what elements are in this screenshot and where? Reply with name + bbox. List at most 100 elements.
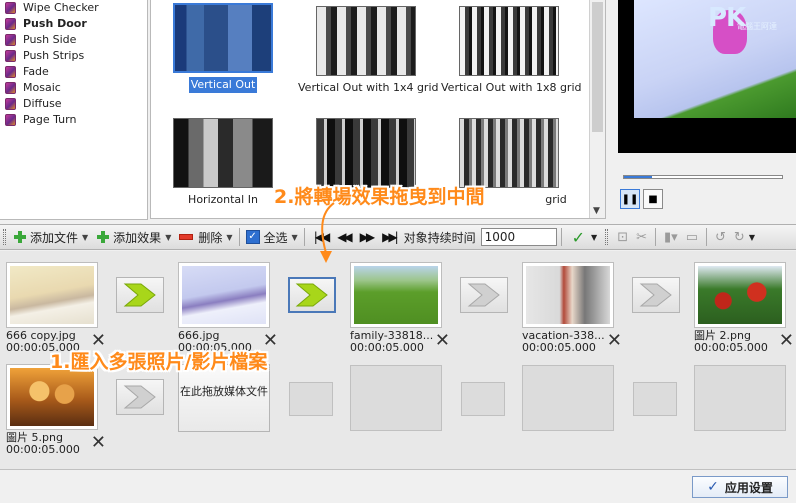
transition-item-push-side[interactable]: Push Side xyxy=(0,32,147,48)
toolbar-grip[interactable] xyxy=(3,229,6,245)
transition-preview-thumbnail xyxy=(459,6,559,76)
annotation-arrow-icon xyxy=(320,202,335,263)
add-effect-button[interactable]: 添加效果 ▼ xyxy=(94,227,173,247)
select-all-button[interactable]: ✓ 全选 ▼ xyxy=(244,227,300,247)
transition-slot-4[interactable] xyxy=(632,277,680,313)
toolbar-separator xyxy=(706,228,707,246)
media-thumbnail xyxy=(178,262,270,328)
gallery-scrollbar[interactable]: ▼ xyxy=(589,0,605,218)
chevron-down-icon[interactable]: ▼ xyxy=(165,233,171,242)
select-all-icon: ✓ xyxy=(245,230,260,244)
transition-preview-thumbnail xyxy=(459,118,559,188)
transition-arrow-icon xyxy=(639,283,672,307)
chevron-down-icon[interactable]: ▼ xyxy=(82,233,88,242)
transition-arrow-icon xyxy=(467,283,500,307)
gallery-item-label: Horizontal In xyxy=(188,193,258,206)
remove-icon[interactable]: ✕ xyxy=(435,332,450,350)
transition-item-diffuse[interactable]: Diffuse xyxy=(0,96,147,112)
scroll-down-icon[interactable]: ▼ xyxy=(593,206,600,216)
minus-icon xyxy=(179,234,194,240)
transition-item-push-door[interactable]: Push Door xyxy=(0,16,147,32)
crop-icon[interactable]: ⊡ xyxy=(617,230,628,245)
transition-slot-5[interactable] xyxy=(116,379,164,415)
skip-end-icon[interactable]: ▶▶| xyxy=(382,230,398,244)
transition-icon xyxy=(5,98,16,110)
undo-icon[interactable]: ↺ xyxy=(715,230,726,245)
transition-arrow-icon xyxy=(295,283,328,307)
empty-media-slot[interactable] xyxy=(522,365,614,431)
transition-item-fade[interactable]: Fade xyxy=(0,64,147,80)
transition-arrow-icon xyxy=(123,283,156,307)
stop-icon: ■ xyxy=(648,193,658,205)
chevron-down-icon[interactable]: ▼ xyxy=(749,233,755,242)
toolbar-separator xyxy=(303,228,305,246)
playback-controls: ❚❚ ■ xyxy=(620,189,663,209)
bottom-bar: ✓ 应用设置 xyxy=(0,469,796,503)
remove-icon[interactable]: ✕ xyxy=(779,332,794,350)
transition-icon xyxy=(5,66,16,78)
transition-arrow-icon xyxy=(123,385,156,409)
gallery-item-vertical-out[interactable]: Vertical Out xyxy=(153,3,293,93)
frame-icon[interactable]: ▭ xyxy=(686,230,698,245)
apply-duration-check-icon[interactable]: ✓ xyxy=(572,228,585,247)
scissors-icon[interactable]: ✂ xyxy=(636,230,647,245)
gallery-item-vertical-out-1x8[interactable]: Vertical Out with 1x8 grid xyxy=(439,6,582,96)
transition-item-wipe-checker[interactable]: Wipe Checker xyxy=(0,0,147,16)
remove-icon[interactable]: ✕ xyxy=(91,434,106,452)
scrollbar-thumb[interactable] xyxy=(592,2,603,132)
duration-input[interactable]: 1000 xyxy=(480,228,557,246)
pause-button[interactable]: ❚❚ xyxy=(620,189,640,209)
plus-icon xyxy=(96,230,110,244)
media-item-666[interactable]: 666.jpg 00:00:05.000 ✕ xyxy=(178,262,278,354)
empty-transition-slot[interactable] xyxy=(289,382,333,416)
gallery-item-label: Vertical Out xyxy=(188,77,258,93)
toolbar-separator xyxy=(238,228,240,246)
transition-slot-2[interactable] xyxy=(288,277,336,313)
transition-slot-1[interactable] xyxy=(116,277,164,313)
empty-transition-slot[interactable] xyxy=(461,382,505,416)
chevron-down-icon[interactable]: ▼ xyxy=(226,233,232,242)
transition-item-mosaic[interactable]: Mosaic xyxy=(0,80,147,96)
media-thumbnail xyxy=(6,262,98,328)
media-item-family[interactable]: family-33818... 00:00:05.000 ✕ xyxy=(350,262,450,354)
chevron-down-icon[interactable]: ▼ xyxy=(292,233,298,242)
gallery-item-vertical-out-1x4[interactable]: Vertical Out with 1x4 grid xyxy=(296,6,439,96)
media-duration: 00:00:05.000 xyxy=(350,341,424,354)
transition-icon xyxy=(5,50,16,62)
gallery-item-horizontal-in[interactable]: Horizontal In xyxy=(153,118,293,208)
media-duration: 00:00:05.000 xyxy=(694,341,768,354)
remove-icon[interactable]: ✕ xyxy=(607,332,622,350)
toolbar-separator xyxy=(560,228,562,246)
duration-label: 对象持续时间 xyxy=(403,230,476,245)
transition-preview-thumbnail xyxy=(173,118,273,188)
empty-media-slot[interactable] xyxy=(694,365,786,431)
media-item-image-5[interactable]: 圖片 5.png 00:00:05.000 ✕ xyxy=(6,364,106,456)
transition-item-page-turn[interactable]: Page Turn xyxy=(0,112,147,128)
transition-preview-thumbnail xyxy=(173,3,273,73)
media-item-vacation[interactable]: vacation-338... 00:00:05.000 ✕ xyxy=(522,262,622,354)
annotation-step-1: 1.匯入多張照片/影片檔案 xyxy=(50,351,268,373)
fast-forward-icon[interactable]: ▶▶ xyxy=(360,230,376,244)
tools-icon[interactable]: ▮▾ xyxy=(664,230,678,245)
chevron-down-icon[interactable]: ▼ xyxy=(591,233,597,242)
transition-icon xyxy=(5,2,16,14)
seek-progress xyxy=(624,176,652,178)
delete-button[interactable]: 删除 ▼ xyxy=(177,227,234,247)
redo-icon[interactable]: ↻ xyxy=(734,230,745,245)
toolbar-grip[interactable] xyxy=(605,229,609,245)
apply-settings-button[interactable]: ✓ 应用设置 xyxy=(692,476,788,498)
transition-item-push-strips[interactable]: Push Strips xyxy=(0,48,147,64)
media-item-666-copy[interactable]: 666 copy.jpg 00:00:05.000 ✕ xyxy=(6,262,106,354)
transition-preview-thumbnail xyxy=(316,118,416,188)
preview-seek-bar[interactable] xyxy=(618,172,796,182)
storyboard-toolbar: 添加文件 ▼ 添加效果 ▼ 删除 ▼ ✓ 全选 ▼ |◀◀ ◀◀ ▶▶ ▶▶| 对象持续时… xyxy=(0,224,796,250)
media-drop-zone[interactable]: 在此拖放媒体文件 xyxy=(178,364,270,432)
plus-icon xyxy=(13,230,27,244)
media-item-image-2[interactable]: 圖片 2.png 00:00:05.000 ✕ xyxy=(694,262,794,354)
stop-button[interactable]: ■ xyxy=(643,189,663,209)
transition-slot-3[interactable] xyxy=(460,277,508,313)
check-icon: ✓ xyxy=(707,479,719,495)
empty-transition-slot[interactable] xyxy=(633,382,677,416)
empty-media-slot[interactable] xyxy=(350,365,442,431)
add-file-button[interactable]: 添加文件 ▼ xyxy=(11,227,90,247)
